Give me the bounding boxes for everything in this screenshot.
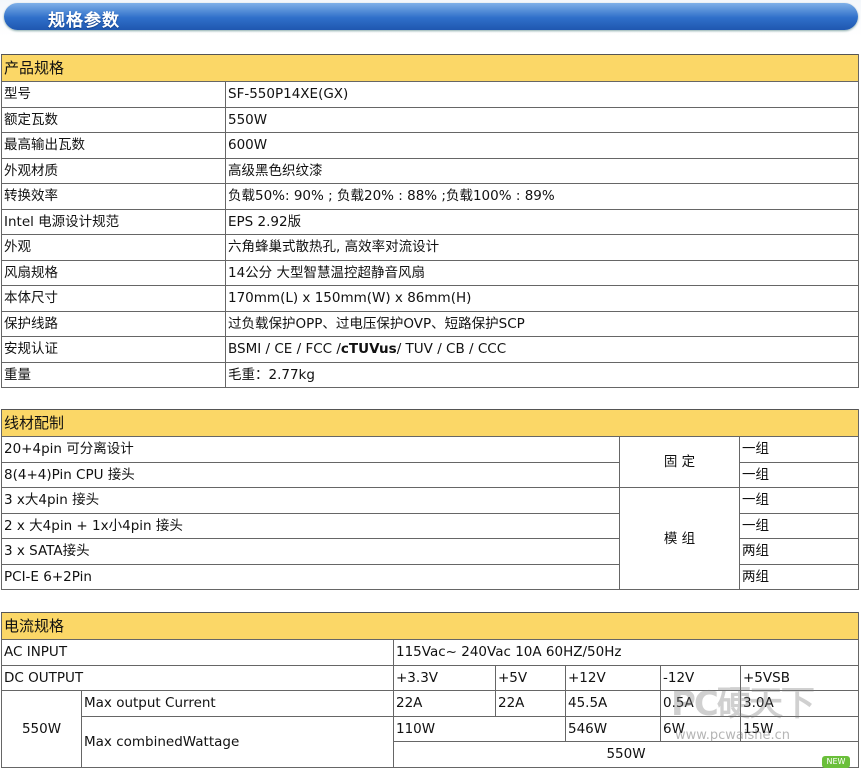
new-badge: NEW [822,756,850,768]
rail-label: +5VSB [740,664,859,691]
table-row: DC OUTPUT +3.3V +5V +12V -12V +5VSB [1,664,859,691]
table-row: AC INPUT 115Vac~ 240Vac 10A 60HZ/50Hz [1,639,859,666]
table-row: 转换效率 负载50%: 90% ; 负载20% : 88% ;负载100% : 8… [1,183,859,210]
table-row: 型号 SF-550P14XE(GX) [1,81,859,108]
section-banner: 规格参数 [0,0,861,36]
rail-label: -12V [660,664,741,691]
combined-value: 15W [740,715,859,742]
cert-list-a: BSMI / CE / FCC / [228,341,341,358]
spec-value: 14公分 大型智慧温控超静音风扇 [225,259,859,286]
dc-output-label: DC OUTPUT [1,664,394,691]
total-wattage: 550W [393,741,859,768]
cable-name: 3 x SATA接头 [1,538,620,565]
ac-input-label: AC INPUT [1,639,394,666]
cable-name: PCI-E 6+2Pin [1,563,620,590]
banner-bar [4,3,858,30]
banner-title: 规格参数 [48,11,120,31]
spec-label: 本体尺寸 [1,285,226,312]
spec-label: 风扇规格 [1,259,226,286]
table-row: 重量 毛重：2.77kg [1,361,859,388]
cable-name: 3 x大4pin 接头 [1,487,620,514]
spec-value: EPS 2.92版 [225,208,859,235]
current-table: 电流规格 AC INPUT 115Vac~ 240Vac 10A 60HZ/50H… [1,612,859,768]
cable-qty: 一组 [739,512,859,539]
spec-label: 保护线路 [1,310,226,337]
rail-label: +5V [495,664,566,691]
combined-value: 110W [393,715,566,742]
cable-name: 20+4pin 可分离设计 [1,436,620,463]
fixed-label: 固 定 [619,436,740,488]
table-row: 最高输出瓦数 600W [1,132,859,159]
table-row: 550W Max output Current 22A 22A 45.5A 0.… [1,690,859,768]
table-row: 3 x大4pin 接头 模 组 一组 [1,487,859,590]
table-row: 安规认证 BSMI / CE / FCC /cTUVus/ TUV / CB /… [1,336,859,363]
spec-value: BSMI / CE / FCC /cTUVus/ TUV / CB / CCC [225,336,859,363]
modular-label: 模 组 [619,487,740,590]
cable-name: 2 x 大4pin + 1x小4pin 接头 [1,512,620,539]
table-row: Max combinedWattage 110W 546W 6W 15W [2,715,859,768]
model-wattage: 550W [1,690,82,768]
table-row: 外观 六角蜂巢式散热孔, 高效率对流设计 [1,234,859,261]
spec-value: 600W [225,132,859,159]
cable-name: 8(4+4)Pin CPU 接头 [1,461,620,488]
spec-table: 产品规格 型号 SF-550P14XE(GX) 额定瓦数 550W 最高输出瓦数 60… [1,54,859,388]
spec-value: 高级黑色织纹漆 [225,157,859,184]
spec-label: 转换效率 [1,183,226,210]
spec-value: 过负载保护OPP、过电压保护OVP、短路保护SCP [225,310,859,337]
spec-value: SF-550P14XE(GX) [225,81,859,108]
spec-label: 安规认证 [1,336,226,363]
spec-value: 毛重：2.77kg [225,361,859,388]
table-row: Intel 电源设计规范 EPS 2.92版 [1,208,859,235]
spec-label: 额定瓦数 [1,106,226,133]
cable-qty: 两组 [739,563,859,590]
cable-qty: 一组 [739,461,859,488]
table-row: 本体尺寸 170mm(L) x 150mm(W) x 86mm(H) [1,285,859,312]
current-value: 0.5A [660,690,741,717]
current-value: 45.5A [565,690,661,717]
combined-value: 6W [660,715,741,742]
current-header: 电流规格 [1,612,859,640]
spec-value: 550W [225,106,859,133]
spec-label: 型号 [1,81,226,108]
rail-label: +12V [565,664,661,691]
combined-value: 546W [565,715,661,742]
current-value: 22A [495,690,566,717]
table-row: 额定瓦数 550W [1,106,859,133]
spec-label: 最高输出瓦数 [1,132,226,159]
combined-label: Max combinedWattage [81,715,394,768]
current-value: 3.0A [740,690,859,717]
cable-qty: 两组 [739,538,859,565]
max-current-label: Max output Current [81,690,394,717]
spec-label: 外观 [1,234,226,261]
spec-header: 产品规格 [1,54,859,82]
ac-input-value: 115Vac~ 240Vac 10A 60HZ/50Hz [393,639,859,666]
current-value: 22A [393,690,496,717]
cable-table: 线材配制 20+4pin 可分离设计 固 定 一组 8(4+4)Pin CPU … [1,409,859,590]
rail-label: +3.3V [393,664,496,691]
spec-value: 170mm(L) x 150mm(W) x 86mm(H) [225,285,859,312]
cable-qty: 一组 [739,436,859,463]
spec-value: 负载50%: 90% ; 负载20% : 88% ;负载100% : 89% [225,183,859,210]
table-row: 外观材质 高级黑色织纹漆 [1,157,859,184]
cert-ctuvus: cTUVus [340,341,397,358]
table-row: 保护线路 过负载保护OPP、过电压保护OVP、短路保护SCP [1,310,859,337]
spec-label: 重量 [1,361,226,388]
cable-header: 线材配制 [1,409,859,437]
cable-qty: 一组 [739,487,859,514]
spec-label: 外观材质 [1,157,226,184]
spec-label: Intel 电源设计规范 [1,208,226,235]
table-row: 20+4pin 可分离设计 固 定 一组 [1,436,859,488]
spec-value: 六角蜂巢式散热孔, 高效率对流设计 [225,234,859,261]
table-row: 风扇规格 14公分 大型智慧温控超静音风扇 [1,259,859,286]
cert-list-b: / TUV / CB / CCC [396,341,507,358]
